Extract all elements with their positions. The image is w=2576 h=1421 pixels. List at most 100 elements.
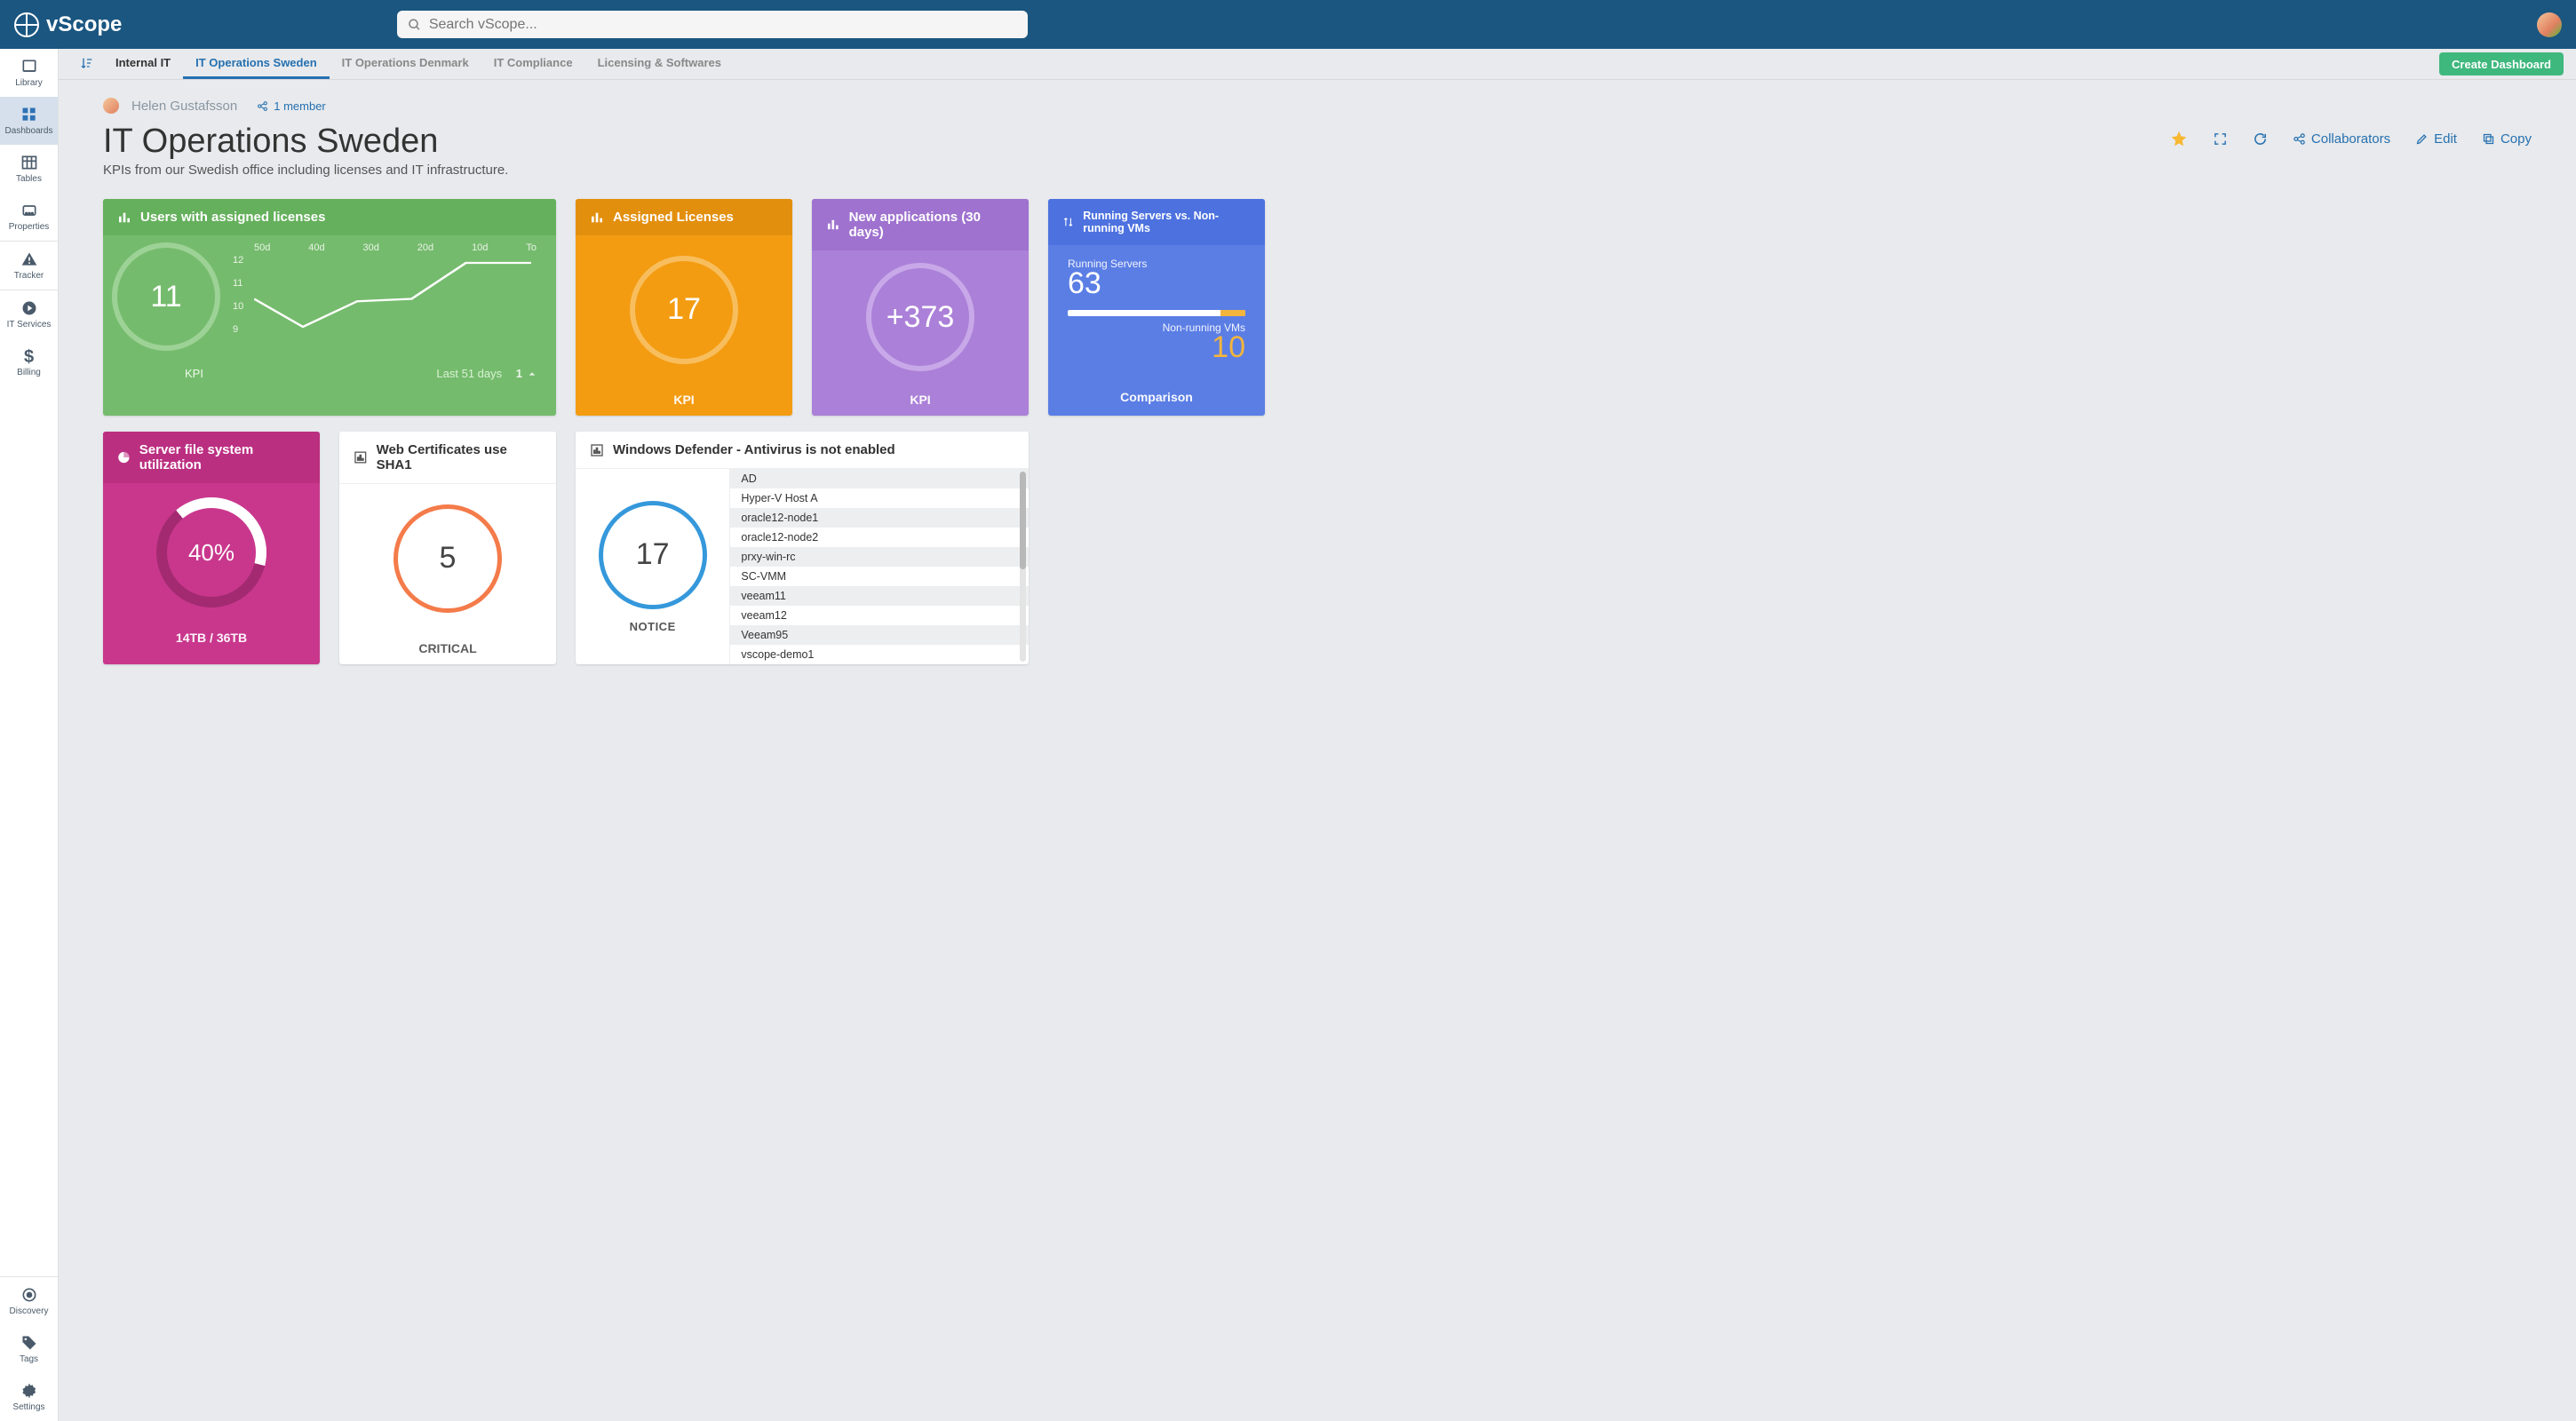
list-item[interactable]: veeam12 xyxy=(730,606,1029,625)
list-item[interactable]: Veeam95 xyxy=(730,625,1029,645)
dollar-icon: $ xyxy=(20,347,38,365)
card-assigned-licenses[interactable]: Assigned Licenses 17 KPI xyxy=(576,199,792,416)
sidebar-item-billing[interactable]: $ Billing xyxy=(0,338,58,386)
card-title: Web Certificates use SHA1 xyxy=(377,442,542,472)
defender-value: 17 xyxy=(599,501,707,609)
sidebar-item-settings[interactable]: Settings xyxy=(0,1373,58,1421)
list-item[interactable]: oracle12-node2 xyxy=(730,528,1029,547)
owner-row: Helen Gustafsson 1 member xyxy=(103,98,2532,114)
main-area: Internal IT IT Operations Sweden IT Oper… xyxy=(59,49,2576,1421)
util-ring: 40% xyxy=(134,475,290,631)
list-item[interactable]: prxy-win-rc xyxy=(730,547,1029,567)
sidebar-item-it-services[interactable]: IT Services xyxy=(0,290,58,338)
dashboards-icon xyxy=(20,106,38,123)
card-fs-utilization[interactable]: Server file system utilization 40% 14TB … xyxy=(103,432,320,664)
tags-icon xyxy=(20,1334,38,1352)
kpi-value: +373 xyxy=(866,263,974,371)
owner-avatar xyxy=(103,98,119,114)
bars-icon xyxy=(826,218,840,232)
card-title: Windows Defender - Antivirus is not enab… xyxy=(613,442,895,457)
sidebar-item-properties[interactable]: Properties xyxy=(0,193,58,241)
brand-logo[interactable]: vScope xyxy=(14,12,122,37)
fullscreen-icon[interactable] xyxy=(2213,131,2228,147)
tab-it-compliance[interactable]: IT Compliance xyxy=(481,49,585,79)
card-footer: Comparison xyxy=(1048,381,1265,413)
share-icon xyxy=(2293,132,2306,146)
target-icon xyxy=(20,1286,38,1304)
library-icon xyxy=(20,58,38,75)
list-item[interactable]: SC-VMM xyxy=(730,567,1029,586)
sidebar-label: Tags xyxy=(20,1354,38,1364)
sidebar-item-tags[interactable]: Tags xyxy=(0,1325,58,1373)
search-icon xyxy=(408,18,421,32)
scrollbar-thumb[interactable] xyxy=(1020,472,1026,569)
card-title: Server file system utilization xyxy=(139,442,306,472)
bars-icon xyxy=(117,210,131,225)
page-subtitle: KPIs from our Swedish office including l… xyxy=(103,163,508,178)
star-icon[interactable] xyxy=(2170,130,2188,147)
pencil-icon xyxy=(2415,132,2429,146)
sidebar-item-library[interactable]: Library xyxy=(0,49,58,97)
list-item[interactable]: vscope-demo1 xyxy=(730,645,1029,664)
tab-it-operations-denmark[interactable]: IT Operations Denmark xyxy=(330,49,481,79)
defender-list-container: ADHyper-V Host Aoracle12-node1oracle12-n… xyxy=(729,469,1029,664)
page-title: IT Operations Sweden xyxy=(103,123,508,161)
tracker-icon xyxy=(20,250,38,268)
nonrunning-label: Non-running VMs xyxy=(1068,322,1245,334)
refresh-icon[interactable] xyxy=(2253,131,2268,147)
list-item[interactable]: AD xyxy=(730,469,1029,488)
globe-icon xyxy=(14,12,39,37)
tab-it-operations-sweden[interactable]: IT Operations Sweden xyxy=(183,49,330,79)
compare-icon xyxy=(1062,215,1074,229)
card-footer: 14TB / 36TB xyxy=(103,622,320,654)
play-circle-icon xyxy=(20,299,38,317)
widgets-grid: Users with assigned licenses 11 50d 40d … xyxy=(103,199,2532,664)
sidebar-label: Tracker xyxy=(14,271,44,281)
sidebar-item-tables[interactable]: Tables xyxy=(0,145,58,193)
user-avatar[interactable] xyxy=(2537,12,2562,37)
owner-name[interactable]: Helen Gustafsson xyxy=(131,99,237,114)
card-footer: KPI xyxy=(812,384,1029,416)
last-days: Last 51 days 1 xyxy=(436,367,537,380)
card-new-apps[interactable]: New applications (30 days) +373 KPI xyxy=(812,199,1029,416)
create-dashboard-button[interactable]: Create Dashboard xyxy=(2439,52,2564,75)
sidebar-item-dashboards[interactable]: Dashboards xyxy=(0,97,58,145)
members-link[interactable]: 1 member xyxy=(257,99,326,113)
comparison-bar xyxy=(1068,310,1245,316)
trend-chart: 50d 40d 30d 20d 10d To 12 11 10 xyxy=(233,242,537,358)
sidebar-label: Tables xyxy=(16,174,42,184)
bars-icon xyxy=(590,210,604,225)
sidebar-label: IT Services xyxy=(7,320,52,329)
sort-icon[interactable] xyxy=(71,49,103,79)
card-users-licenses[interactable]: Users with assigned licenses 11 50d 40d … xyxy=(103,199,556,416)
card-defender[interactable]: Windows Defender - Antivirus is not enab… xyxy=(576,432,1029,664)
sidebar-label: Dashboards xyxy=(5,126,53,136)
edit-button[interactable]: Edit xyxy=(2415,131,2457,147)
share-icon xyxy=(257,100,268,112)
card-footer: KPI xyxy=(576,384,792,416)
list-item[interactable]: veeam11 xyxy=(730,586,1029,606)
util-value: 40% xyxy=(188,539,235,567)
card-running-vs[interactable]: Running Servers vs. Non-running VMs Runn… xyxy=(1048,199,1265,416)
copy-icon xyxy=(2482,132,2495,146)
list-item[interactable]: Hyper-V Host A xyxy=(730,488,1029,508)
search-input[interactable] xyxy=(429,17,1018,33)
left-sidebar: Library Dashboards Tables Properties Tra… xyxy=(0,49,59,1421)
kpi-value: 11 xyxy=(112,242,220,351)
card-footer: CRITICAL xyxy=(339,632,556,664)
tab-internal-it[interactable]: Internal IT xyxy=(103,49,183,79)
collaborators-button[interactable]: Collaborators xyxy=(2293,131,2390,147)
kpi-value: 17 xyxy=(630,256,738,364)
card-footer: KPI xyxy=(185,367,203,380)
list-item[interactable]: oracle12-node1 xyxy=(730,508,1029,528)
sidebar-item-discovery[interactable]: Discovery xyxy=(0,1277,58,1325)
card-sha1[interactable]: Web Certificates use SHA1 5 CRITICAL xyxy=(339,432,556,664)
chart-icon xyxy=(354,450,368,464)
topbar: vScope xyxy=(0,0,2576,49)
tab-licensing-softwares[interactable]: Licensing & Softwares xyxy=(585,49,734,79)
sidebar-label: Discovery xyxy=(10,1306,49,1316)
defender-list[interactable]: ADHyper-V Host Aoracle12-node1oracle12-n… xyxy=(730,469,1029,664)
search-box[interactable] xyxy=(397,11,1028,38)
sidebar-item-tracker[interactable]: Tracker xyxy=(0,242,58,290)
copy-button[interactable]: Copy xyxy=(2482,131,2532,147)
